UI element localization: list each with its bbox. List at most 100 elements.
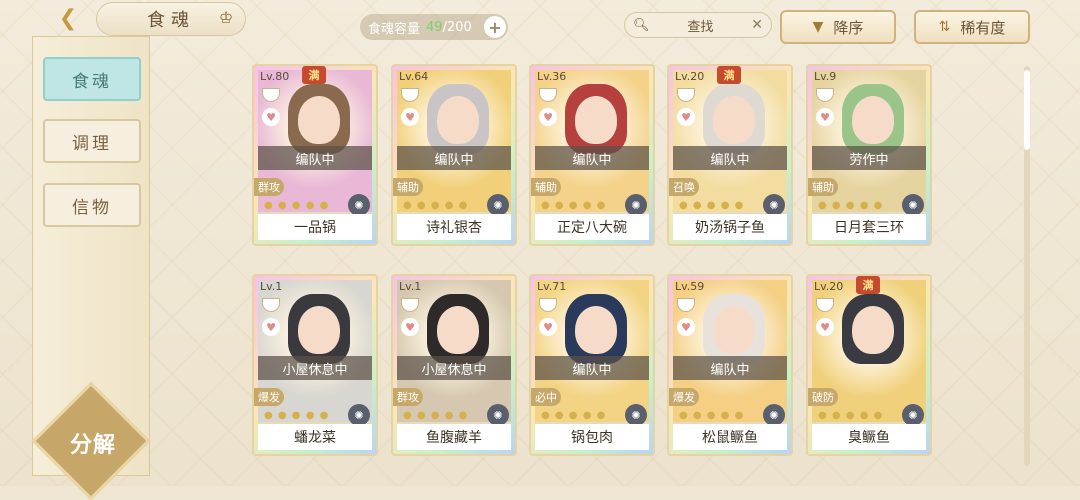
crown-icon[interactable]: ♔ bbox=[212, 8, 240, 30]
heart-icon[interactable]: ♥ bbox=[677, 108, 695, 126]
sidebar: 食魂 调理 信物 分解 bbox=[31, 36, 151, 500]
element-icon: ✺ bbox=[625, 194, 647, 216]
character-name: 臭鳜鱼 bbox=[812, 424, 926, 450]
food-soul-card[interactable]: Lv.20 满 ♥ 破防 ● ● ● ● ● ✺ 臭鳜鱼 bbox=[806, 274, 932, 456]
level-label: Lv.1 bbox=[260, 280, 283, 293]
character-face bbox=[298, 96, 340, 144]
level-label: Lv.36 bbox=[537, 70, 567, 83]
level-label: Lv.20 bbox=[675, 70, 705, 83]
status-badge: 编队中 bbox=[673, 356, 787, 380]
heart-icon[interactable]: ♥ bbox=[262, 318, 280, 336]
status-badge: 劳作中 bbox=[812, 146, 926, 170]
element-icon: ✺ bbox=[625, 404, 647, 426]
heart-icon[interactable]: ♥ bbox=[401, 108, 419, 126]
food-soul-card[interactable]: Lv.80 满 ♥ 编队中 群攻 ● ● ● ● ● ✺ 一品锅 bbox=[252, 64, 378, 246]
capacity-display: 食魂容量 49 /200 + bbox=[360, 14, 508, 40]
character-face bbox=[852, 96, 894, 144]
character-face bbox=[575, 96, 617, 144]
chevron-left-icon: ❮ bbox=[58, 5, 78, 31]
max-badge: 满 bbox=[302, 66, 326, 84]
food-soul-card[interactable]: Lv.9 ♥ 劳作中 辅助 ● ● ● ● ● ✺ 日月套三环 bbox=[806, 64, 932, 246]
food-soul-card[interactable]: Lv.36 ♥ 编队中 辅助 ● ● ● ● ● ✺ 正定八大碗 bbox=[529, 64, 655, 246]
level-label: Lv.64 bbox=[399, 70, 429, 83]
food-soul-card[interactable]: Lv.20 满 ♥ 编队中 召唤 ● ● ● ● ● ✺ 奶汤锅子鱼 bbox=[667, 64, 793, 246]
element-icon: ✺ bbox=[348, 194, 370, 216]
role-badge: 召唤 bbox=[669, 178, 699, 196]
character-face bbox=[437, 306, 479, 354]
role-badge: 群攻 bbox=[393, 388, 423, 406]
star-rating: ● ● ● ● ● bbox=[264, 200, 330, 211]
sidebar-item-food-souls[interactable]: 食魂 bbox=[43, 57, 141, 101]
star-rating: ● ● ● ● ● bbox=[541, 410, 607, 421]
sidebar-item-conditioning[interactable]: 调理 bbox=[43, 119, 141, 163]
sort-rarity-button[interactable]: ⇅ 稀有度 bbox=[914, 10, 1030, 44]
character-face bbox=[437, 96, 479, 144]
heart-icon[interactable]: ♥ bbox=[539, 318, 557, 336]
status-badge: 编队中 bbox=[535, 356, 649, 380]
role-badge: 辅助 bbox=[531, 178, 561, 196]
star-rating: ● ● ● ● ● bbox=[679, 200, 745, 211]
character-name: 奶汤锅子鱼 bbox=[673, 214, 787, 240]
max-badge: 满 bbox=[717, 66, 741, 84]
element-icon: ✺ bbox=[763, 194, 785, 216]
capacity-current: 49 bbox=[426, 19, 443, 35]
level-label: Lv.59 bbox=[675, 280, 705, 293]
star-rating: ● ● ● ● ● bbox=[679, 410, 745, 421]
star-rating: ● ● ● ● ● bbox=[818, 410, 884, 421]
level-label: Lv.71 bbox=[537, 280, 567, 293]
add-capacity-button[interactable]: + bbox=[484, 16, 506, 38]
element-icon: ✺ bbox=[763, 404, 785, 426]
heart-icon[interactable]: ♥ bbox=[539, 108, 557, 126]
sort-rarity-label: 稀有度 bbox=[960, 18, 1006, 37]
role-badge: 辅助 bbox=[808, 178, 838, 196]
character-name: 鱼腹藏羊 bbox=[397, 424, 511, 450]
star-rating: ● ● ● ● ● bbox=[264, 410, 330, 421]
character-face bbox=[298, 306, 340, 354]
element-icon: ✺ bbox=[348, 404, 370, 426]
character-name: 蟠龙菜 bbox=[258, 424, 372, 450]
element-icon: ✺ bbox=[902, 194, 924, 216]
character-face bbox=[713, 306, 755, 354]
character-face bbox=[713, 96, 755, 144]
character-name: 日月套三环 bbox=[812, 214, 926, 240]
element-icon: ✺ bbox=[487, 404, 509, 426]
scrollbar-thumb[interactable] bbox=[1024, 70, 1030, 150]
capacity-max: /200 bbox=[442, 19, 472, 35]
food-soul-card[interactable]: Lv.64 ♥ 编队中 辅助 ● ● ● ● ● ✺ 诗礼银杏 bbox=[391, 64, 517, 246]
heart-icon[interactable]: ♥ bbox=[401, 318, 419, 336]
role-badge: 破防 bbox=[808, 388, 838, 406]
close-icon[interactable]: ✕ bbox=[751, 17, 763, 33]
status-badge: 编队中 bbox=[673, 146, 787, 170]
heart-icon[interactable]: ♥ bbox=[816, 108, 834, 126]
status-badge: 编队中 bbox=[258, 146, 372, 170]
search-icon: 🔍︎ bbox=[633, 17, 650, 33]
star-rating: ● ● ● ● ● bbox=[818, 200, 884, 211]
heart-icon[interactable]: ♥ bbox=[262, 108, 280, 126]
element-icon: ✺ bbox=[902, 404, 924, 426]
food-soul-card[interactable]: Lv.1 ♥ 小屋休息中 群攻 ● ● ● ● ● ✺ 鱼腹藏羊 bbox=[391, 274, 517, 456]
level-label: Lv.9 bbox=[814, 70, 837, 83]
role-badge: 爆发 bbox=[254, 388, 284, 406]
max-badge: 满 bbox=[856, 276, 880, 294]
character-name: 一品锅 bbox=[258, 214, 372, 240]
food-soul-card[interactable]: Lv.71 ♥ 编队中 必中 ● ● ● ● ● ✺ 锅包肉 bbox=[529, 274, 655, 456]
character-name: 诗礼银杏 bbox=[397, 214, 511, 240]
food-soul-card[interactable]: Lv.59 ♥ 编队中 爆发 ● ● ● ● ● ✺ 松鼠鳜鱼 bbox=[667, 274, 793, 456]
search-placeholder: 查找 bbox=[687, 19, 714, 35]
search-input[interactable]: 🔍︎ 查找 ✕ bbox=[624, 12, 772, 38]
role-badge: 爆发 bbox=[669, 388, 699, 406]
sort-order-button[interactable]: ▼ 降序 bbox=[780, 10, 896, 44]
heart-icon[interactable]: ♥ bbox=[816, 318, 834, 336]
decompose-label[interactable]: 分解 bbox=[59, 427, 127, 459]
heart-icon[interactable]: ♥ bbox=[677, 318, 695, 336]
star-rating: ● ● ● ● ● bbox=[403, 410, 469, 421]
sidebar-item-tokens[interactable]: 信物 bbox=[43, 183, 141, 227]
food-soul-card[interactable]: Lv.1 ♥ 小屋休息中 爆发 ● ● ● ● ● ✺ 蟠龙菜 bbox=[252, 274, 378, 456]
swap-icon: ⇅ bbox=[938, 19, 951, 35]
character-name: 松鼠鳜鱼 bbox=[673, 424, 787, 450]
level-label: Lv.80 bbox=[260, 70, 290, 83]
level-label: Lv.1 bbox=[399, 280, 422, 293]
sort-order-label: 降序 bbox=[833, 18, 864, 37]
back-button[interactable]: ❮ bbox=[40, 0, 96, 36]
character-face bbox=[575, 306, 617, 354]
